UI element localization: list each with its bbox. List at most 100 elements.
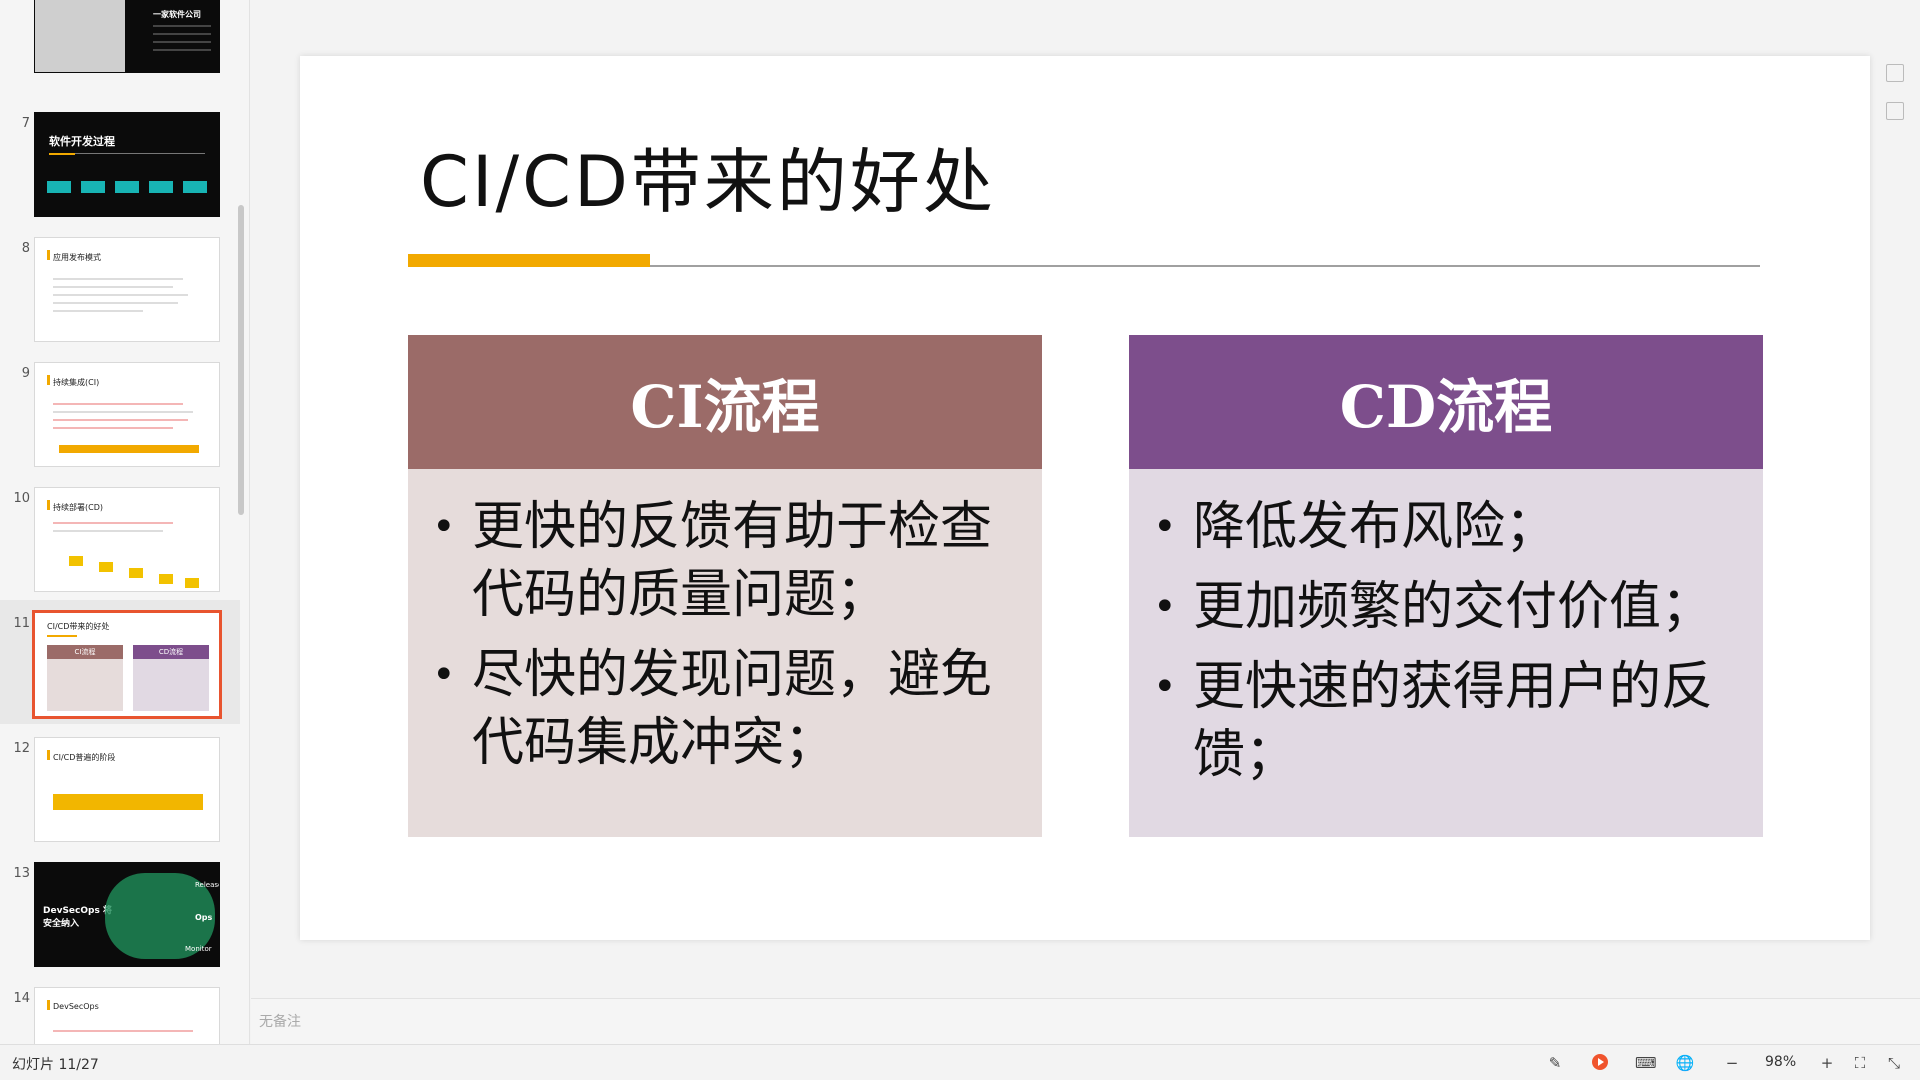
thumbnail-accent xyxy=(47,500,50,510)
thumbnail-block xyxy=(159,574,173,584)
thumbnail-text-line xyxy=(53,1030,193,1032)
slide-canvas[interactable]: CI/CD带来的好处 CI流程 • 更快的反馈有助于检查代码的质量问题； • 尽快的… xyxy=(300,56,1870,940)
thumbnail-accent xyxy=(47,250,50,260)
thumbnail-row[interactable]: 14 DevSecOps xyxy=(0,987,240,1044)
thumbnail-title: 应用发布模式 xyxy=(53,253,101,262)
thumbnail-rule xyxy=(75,153,205,154)
thumbnail-text-line xyxy=(53,419,188,421)
thumbnail-text-line xyxy=(153,25,211,27)
fit-to-window-icon[interactable]: ⛶ xyxy=(1850,1053,1870,1073)
thumbnail-number: 8 xyxy=(21,241,30,256)
ci-body: • 更快的反馈有助于检查代码的质量问题； • 尽快的发现问题，避免代码集成冲突； xyxy=(408,469,1042,837)
thumbnail-title: 一家软件公司 xyxy=(153,10,201,19)
status-bar: 幻灯片 11/27 ✎ ⌨ 🌐 − 98% + ⛶ ⤡ xyxy=(0,1044,1920,1080)
thumbnail-step xyxy=(115,181,139,193)
thumbnail-text-line xyxy=(153,49,211,51)
title-accent-bar xyxy=(408,254,650,267)
thumbnail-accent xyxy=(47,375,50,385)
notes-placeholder: 无备注 xyxy=(259,1014,301,1030)
slide-thumbnail-8[interactable]: 应用发布模式 xyxy=(34,237,220,342)
cd-bullet-text: 更快速的获得用户的反馈； xyxy=(1193,657,1714,785)
thumbnail-number: 9 xyxy=(21,366,30,381)
cd-bullet: • 降低发布风险； xyxy=(1153,493,1743,561)
zoom-level[interactable]: 98% xyxy=(1765,1054,1796,1070)
collapse-icon[interactable]: ⤡ xyxy=(1884,1053,1904,1073)
cd-process-box[interactable]: CD流程 • 降低发布风险； • 更加频繁的交付价值； • 更快速的获得用户的反馈； xyxy=(1129,335,1763,837)
thumbnail-image xyxy=(35,0,125,72)
thumbnail-row[interactable]: 6 一家软件公司 xyxy=(0,0,240,92)
thumbnail-step xyxy=(183,181,207,193)
notes-pane[interactable]: 无备注 xyxy=(251,998,1920,1044)
thumbnail-scrollbar[interactable] xyxy=(238,205,244,515)
thumbnail-text-line xyxy=(153,33,211,35)
slide-thumbnail-9[interactable]: 持续集成(CI) xyxy=(34,362,220,467)
thumbnail-row[interactable]: 8 应用发布模式 xyxy=(0,237,240,361)
thumbnail-title: DevSecOps xyxy=(53,1002,99,1011)
thumbnail-number: 12 xyxy=(13,741,30,756)
thumbnail-step-row xyxy=(59,445,199,453)
thumbnail-text-line xyxy=(153,41,211,43)
thumbnail-row[interactable]: 12 CI/CD普遍的阶段 xyxy=(0,737,240,861)
thumbnail-text-line xyxy=(53,522,173,524)
slide-thumbnail-13[interactable]: DevSecOps 将安全纳入 Release Ops Monitor xyxy=(34,862,220,967)
play-slideshow-icon[interactable] xyxy=(1590,1053,1610,1073)
thumbnail-step xyxy=(149,181,173,193)
thumbnail-row[interactable]: 10 持续部署(CD) xyxy=(0,487,240,611)
cd-bullet-text: 更加频繁的交付价值； xyxy=(1193,577,1714,637)
thumbnail-accent xyxy=(47,635,77,637)
cd-bullet: • 更加频繁的交付价值； xyxy=(1153,573,1743,641)
keyboard-icon[interactable]: ⌨ xyxy=(1635,1053,1657,1073)
thumbnail-title: DevSecOps 将安全纳入 xyxy=(43,906,112,929)
thumbnail-text-line xyxy=(53,302,178,304)
thumbnail-cd-label: CD流程 xyxy=(133,645,209,659)
thumbnail-text-line xyxy=(53,427,173,429)
slide-thumbnail-7[interactable]: 软件开发过程 xyxy=(34,112,220,217)
pen-icon[interactable]: ✎ xyxy=(1545,1053,1565,1073)
bullet-dot: • xyxy=(1153,504,1177,550)
thumbnail-number: 10 xyxy=(13,491,30,506)
thumbnail-title: 软件开发过程 xyxy=(49,135,115,148)
cd-header: CD流程 xyxy=(1129,335,1763,469)
thumbnail-number: 13 xyxy=(13,866,30,881)
bullet-dot: • xyxy=(432,504,456,550)
thumbnail-label-release: Release xyxy=(195,881,220,889)
thumbnail-title: 持续集成(CI) xyxy=(53,378,100,387)
slide-thumbnail-11[interactable]: CI/CD带来的好处 CI流程 CD流程 xyxy=(32,610,222,719)
slide-thumbnail-pane: 6 一家软件公司 7 软件开发过程 8 应用发布模式 xyxy=(0,0,250,1044)
ci-header: CI流程 xyxy=(408,335,1042,469)
thumbnail-row[interactable]: 7 软件开发过程 xyxy=(0,112,240,236)
cd-body: • 降低发布风险； • 更加频繁的交付价值； • 更快速的获得用户的反馈； xyxy=(1129,469,1763,837)
thumbnail-accent xyxy=(49,153,75,155)
slide-thumbnail-10[interactable]: 持续部署(CD) xyxy=(34,487,220,592)
zoom-in-button[interactable]: + xyxy=(1817,1053,1837,1073)
thumbnail-text-line xyxy=(53,411,193,413)
thumbnail-title: CI/CD普遍的阶段 xyxy=(53,753,116,762)
title-divider xyxy=(650,265,1760,267)
thumbnail-row[interactable]: 13 DevSecOps 将安全纳入 Release Ops Monitor xyxy=(0,862,240,986)
thumbnail-row-active[interactable]: 11 CI/CD带来的好处 CI流程 CD流程 xyxy=(0,600,240,724)
thumbnail-accent xyxy=(47,750,50,760)
globe-check-icon[interactable]: 🌐 xyxy=(1675,1053,1695,1073)
cd-bullet-text: 降低发布风险； xyxy=(1193,497,1558,557)
zoom-out-button[interactable]: − xyxy=(1722,1053,1742,1073)
slide-thumbnail-14[interactable]: DevSecOps xyxy=(34,987,220,1044)
thumbnail-step xyxy=(47,181,71,193)
layout-panel-icon[interactable] xyxy=(1886,64,1904,82)
thumbnail-text-line xyxy=(53,403,183,405)
thumbnail-row[interactable]: 9 持续集成(CI) xyxy=(0,362,240,486)
bullet-dot: • xyxy=(432,652,456,698)
thumbnail-block xyxy=(99,562,113,572)
slide-title[interactable]: CI/CD带来的好处 xyxy=(420,126,996,227)
thumbnail-ci-label: CI流程 xyxy=(47,645,123,659)
thumbnail-label-ops: Ops xyxy=(195,913,213,922)
background-panel-icon[interactable] xyxy=(1886,102,1904,120)
slide-thumbnail-12[interactable]: CI/CD普遍的阶段 xyxy=(34,737,220,842)
ci-bullet-text: 尽快的发现问题，避免代码集成冲突； xyxy=(472,645,993,773)
slide-thumbnail-6[interactable]: 一家软件公司 xyxy=(34,0,220,73)
ci-bullet: • 尽快的发现问题，避免代码集成冲突； xyxy=(432,641,1022,777)
thumbnail-number: 14 xyxy=(13,991,30,1006)
thumbnail-ci-body xyxy=(47,659,123,711)
ci-process-box[interactable]: CI流程 • 更快的反馈有助于检查代码的质量问题； • 尽快的发现问题，避免代码集成… xyxy=(408,335,1042,837)
cd-bullet: • 更快速的获得用户的反馈； xyxy=(1153,653,1743,789)
thumbnail-text-line xyxy=(53,310,143,312)
